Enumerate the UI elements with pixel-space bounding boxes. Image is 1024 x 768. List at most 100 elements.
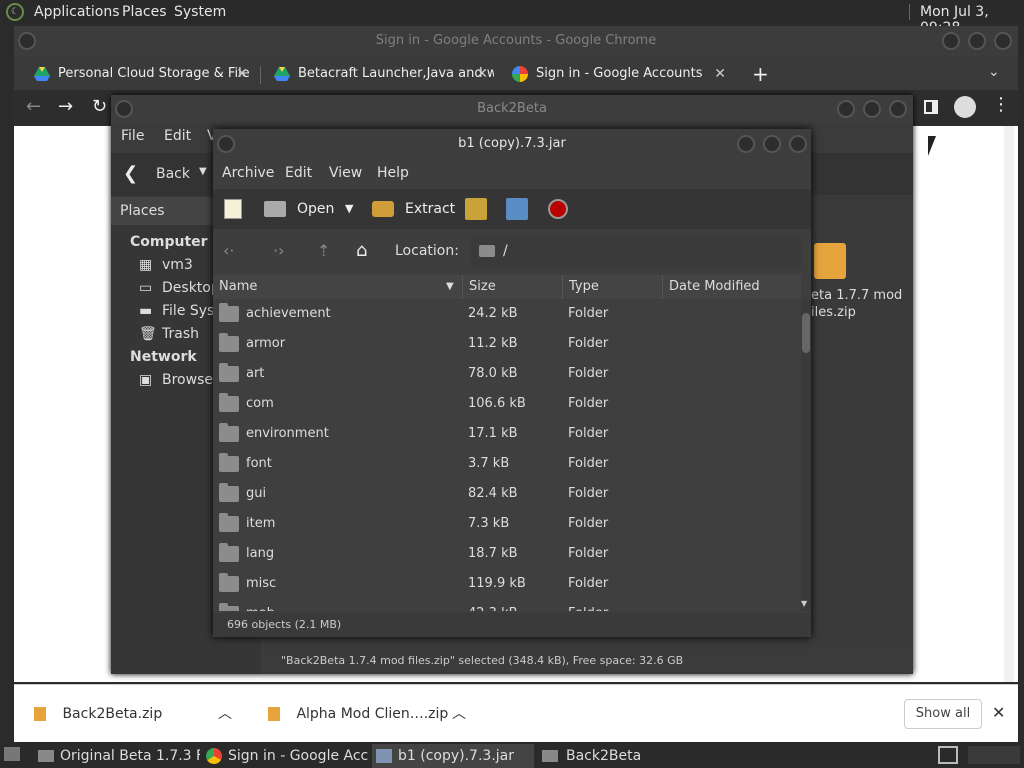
taskbar-item-active[interactable]: b1 (copy).7.3.jar: [372, 744, 534, 768]
show-all-button[interactable]: Show all: [904, 699, 982, 729]
table-row[interactable]: lang 18.7 kB Folder: [213, 539, 801, 569]
side-panel-icon[interactable]: [924, 100, 938, 114]
stop-icon[interactable]: [548, 199, 568, 219]
places-menu[interactable]: Places: [122, 4, 167, 20]
extract-icon[interactable]: [372, 201, 394, 217]
sort-arrow-icon[interactable]: ▼: [446, 275, 454, 299]
tab-cloud-storage[interactable]: Personal Cloud Storage & File ✕: [14, 60, 254, 88]
workspace-switcher[interactable]: [938, 746, 958, 764]
table-row[interactable]: gui 82.4 kB Folder: [213, 479, 801, 509]
scrollbar[interactable]: [1004, 126, 1014, 682]
taskbar-item[interactable]: Original Beta 1.7.3 F...: [38, 744, 200, 768]
sidebar-item-desktop[interactable]: Desktop: [162, 280, 220, 296]
download-item[interactable]: Alpha Mod Clien….zip ︿: [250, 685, 480, 743]
sidebar-item-filesystem[interactable]: File Syst: [162, 303, 220, 319]
table-row[interactable]: misc 119.9 kB Folder: [213, 569, 801, 599]
close-downloads-icon[interactable]: ✕: [992, 703, 1005, 722]
file-type: Folder: [568, 516, 609, 531]
sidebar-item-trash[interactable]: Trash: [162, 326, 199, 342]
table-row[interactable]: mob 42.3 kB Folder: [213, 599, 801, 611]
system-menu[interactable]: System: [174, 4, 226, 20]
maximize-button[interactable]: [968, 32, 986, 50]
open-button[interactable]: Open: [297, 201, 334, 217]
taskbar-item[interactable]: Sign in - Google Acc...: [206, 744, 368, 768]
up-arrow-icon[interactable]: ⇡: [317, 241, 330, 260]
table-row[interactable]: font 3.7 kB Folder: [213, 449, 801, 479]
applications-menu[interactable]: Applications: [34, 4, 120, 20]
menu-edit[interactable]: Edit: [285, 165, 312, 181]
workspace-switcher-2[interactable]: [968, 746, 1020, 764]
close-tab-icon[interactable]: ✕: [476, 60, 488, 88]
open-dropdown-icon[interactable]: ▼: [345, 202, 353, 215]
maximize-button[interactable]: [863, 100, 881, 118]
back-arrow-icon[interactable]: ❮: [123, 163, 138, 184]
table-row[interactable]: armor 11.2 kB Folder: [213, 329, 801, 359]
download-item[interactable]: Back2Beta.zip ︿: [14, 685, 244, 743]
folder-icon: [219, 513, 239, 532]
more-menu-icon[interactable]: ⋮: [992, 94, 1010, 115]
home-icon[interactable]: ⌂: [356, 240, 367, 261]
back-arrow-icon[interactable]: ‹·: [223, 241, 234, 260]
tab-betacraft[interactable]: Betacraft Launcher,Java and w ✕: [254, 60, 494, 88]
add-files-icon[interactable]: [465, 198, 487, 220]
close-button[interactable]: [994, 32, 1012, 50]
table-row[interactable]: art 78.0 kB Folder: [213, 359, 801, 389]
tab-search-icon[interactable]: ⌄: [988, 64, 1000, 80]
forward-arrow-icon[interactable]: ·›: [273, 241, 284, 260]
menu-archive[interactable]: Archive: [222, 165, 274, 181]
extract-button[interactable]: Extract: [405, 201, 455, 217]
archive-titlebar[interactable]: b1 (copy).7.3.jar: [213, 129, 811, 159]
menu-view[interactable]: View: [329, 165, 362, 181]
reload-icon[interactable]: ↻: [92, 96, 107, 117]
chevron-up-icon[interactable]: ︿: [218, 685, 232, 743]
table-row[interactable]: item 7.3 kB Folder: [213, 509, 801, 539]
tab-sign-in[interactable]: Sign in - Google Accounts ✕: [492, 60, 732, 88]
desktop-icon: ▭: [139, 280, 153, 296]
window-menu-button[interactable]: [18, 32, 36, 50]
back-button-label[interactable]: Back: [156, 166, 190, 182]
window-menu-button[interactable]: [115, 100, 133, 118]
close-tab-icon[interactable]: ✕: [236, 60, 248, 88]
new-archive-icon[interactable]: [224, 199, 242, 219]
column-type[interactable]: Type: [569, 275, 599, 299]
close-tab-icon[interactable]: ✕: [714, 60, 726, 88]
open-icon[interactable]: [264, 201, 286, 217]
chevron-up-icon[interactable]: ︿: [452, 685, 466, 743]
scroll-down-icon[interactable]: ▼: [801, 599, 807, 608]
file-item-label[interactable]: iles.zip: [811, 305, 856, 320]
scrollbar-thumb[interactable]: [802, 313, 810, 353]
back-arrow-icon[interactable]: ←: [26, 96, 41, 117]
column-size[interactable]: Size: [469, 275, 496, 299]
minimize-button[interactable]: [837, 100, 855, 118]
back-dropdown-icon[interactable]: ▼: [199, 166, 207, 177]
sidebar-item-vm3[interactable]: vm3: [162, 257, 193, 273]
show-desktop-icon[interactable]: [4, 747, 20, 761]
chrome-titlebar[interactable]: Sign in - Google Accounts - Google Chrom…: [14, 26, 1018, 56]
forward-arrow-icon[interactable]: →: [58, 96, 73, 117]
window-menu-button[interactable]: [217, 135, 235, 153]
column-name[interactable]: Name: [219, 275, 257, 299]
minimize-button[interactable]: [942, 32, 960, 50]
file-type: Folder: [568, 546, 609, 561]
table-row[interactable]: com 106.6 kB Folder: [213, 389, 801, 419]
table-row[interactable]: achievement 24.2 kB Folder: [213, 299, 801, 329]
system-logo-icon[interactable]: ☾: [6, 3, 24, 21]
close-button[interactable]: [889, 100, 907, 118]
menu-help[interactable]: Help: [377, 165, 409, 181]
table-row[interactable]: environment 17.1 kB Folder: [213, 419, 801, 449]
menu-file[interactable]: File: [121, 128, 144, 144]
file-item-label[interactable]: eta 1.7.7 mod: [811, 288, 902, 303]
taskbar-item[interactable]: Back2Beta: [542, 744, 704, 768]
b2b-titlebar[interactable]: Back2Beta: [111, 95, 913, 123]
add-folder-icon[interactable]: [506, 198, 528, 220]
profile-avatar-icon[interactable]: [954, 96, 976, 118]
close-button[interactable]: [789, 135, 807, 153]
location-field[interactable]: /: [471, 237, 801, 267]
zip-file-icon[interactable]: [814, 243, 846, 279]
scrollbar[interactable]: ▼: [801, 299, 811, 611]
menu-edit[interactable]: Edit: [164, 128, 191, 144]
minimize-button[interactable]: [737, 135, 755, 153]
maximize-button[interactable]: [763, 135, 781, 153]
column-date-modified[interactable]: Date Modified: [669, 275, 760, 299]
new-tab-button[interactable]: +: [752, 62, 769, 86]
